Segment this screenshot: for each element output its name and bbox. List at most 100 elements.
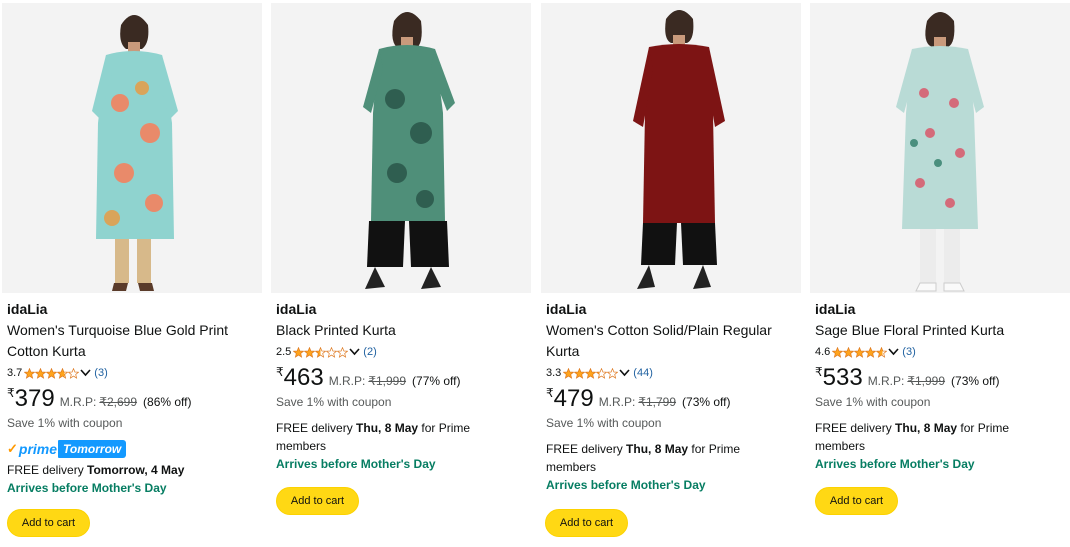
mrp-price: ₹1,799 [638,395,677,409]
prime-badge: ✓ prime Tomorrow [7,439,259,459]
brand-name: idaLia [546,301,587,317]
mrp-price: ₹1,999 [907,374,946,388]
mrp-price: ₹2,699 [99,395,138,409]
arrives-before-text: Arrives before Mother's Day [815,457,975,471]
product-image[interactable] [810,3,1070,293]
check-icon: ✓ [7,441,18,456]
product-title[interactable]: Black Printed Kurta [276,320,528,341]
product-title[interactable]: Sage Blue Floral Printed Kurta [815,320,1067,341]
mrp-label: M.R.P: [598,395,636,409]
delivery-info: FREE delivery Thu, 8 May for Prime membe… [815,421,1010,453]
rating-count-link[interactable]: (3) [94,367,107,379]
product-card[interactable]: idaLia Women's Turquoise Blue Gold Print… [0,0,262,547]
rating-count-link[interactable]: (2) [363,346,376,358]
price: 533 [822,364,863,391]
star-icon [574,367,586,379]
chevron-down-icon[interactable] [888,348,899,356]
add-to-cart-button[interactable]: Add to cart [276,487,359,515]
product-card[interactable]: idaLia Black Printed Kurta 2.5 (2) ₹ 463… [269,0,531,547]
product-card[interactable]: idaLia Women's Cotton Solid/Plain Regula… [539,0,801,547]
star-icon [315,346,327,358]
rating-row[interactable]: 3.3 (44) [546,362,798,384]
product-image[interactable] [271,3,531,293]
chevron-down-icon[interactable] [80,369,91,377]
rating-count-link[interactable]: (44) [633,367,653,379]
coupon-text: Save 1% with coupon [815,395,931,409]
brand-name: idaLia [815,301,856,317]
star-icon [337,346,349,358]
star-icon [304,346,316,358]
discount-percent: (73% off) [951,374,1000,388]
star-rating-icon [293,346,349,358]
product-image[interactable] [2,3,262,293]
price-row: ₹ 463 M.R.P: ₹1,999 (77% off) [276,365,528,393]
star-icon [832,346,844,358]
arrives-before-text: Arrives before Mother's Day [276,457,436,471]
add-to-cart-button[interactable]: Add to cart [545,509,628,537]
star-icon [865,346,877,358]
star-icon [843,346,855,358]
star-icon [57,367,69,379]
product-image[interactable] [541,3,801,293]
star-icon [607,367,619,379]
prime-logo: ✓ prime [7,441,58,457]
currency-symbol: ₹ [546,386,554,400]
star-icon [46,367,58,379]
mrp-price: ₹1,999 [368,374,407,388]
add-to-cart-button[interactable]: Add to cart [815,487,898,515]
coupon-text: Save 1% with coupon [546,416,662,430]
discount-percent: (86% off) [143,395,192,409]
star-icon [876,346,888,358]
add-to-cart-button[interactable]: Add to cart [7,509,90,537]
chevron-down-icon[interactable] [619,369,630,377]
discount-percent: (73% off) [682,395,731,409]
star-icon [293,346,305,358]
delivery-info: FREE delivery Thu, 8 May for Prime membe… [546,442,741,474]
rating-value: 2.5 [276,346,292,358]
rating-row[interactable]: 3.7 (3) [7,362,259,384]
chevron-down-icon[interactable] [349,348,360,356]
star-rating-icon [563,367,619,379]
arrives-before-text: Arrives before Mother's Day [546,478,706,492]
currency-symbol: ₹ [7,386,15,400]
star-icon [854,346,866,358]
mrp-label: M.R.P: [59,395,97,409]
rating-value: 4.6 [815,346,831,358]
arrives-before-text: Arrives before Mother's Day [7,481,167,495]
delivery-info: FREE delivery Thu, 8 May for Prime membe… [276,421,471,453]
star-icon [585,367,597,379]
rating-count-link[interactable]: (3) [902,346,915,358]
product-title[interactable]: Women's Cotton Solid/Plain Regular Kurta [546,320,798,362]
currency-symbol: ₹ [276,365,284,379]
star-icon [24,367,36,379]
price-row: ₹ 533 M.R.P: ₹1,999 (73% off) [815,365,1067,393]
rating-row[interactable]: 4.6 (3) [815,341,1067,363]
product-title[interactable]: Women's Turquoise Blue Gold Print Cotton… [7,320,259,362]
mrp-label: M.R.P: [328,374,366,388]
price: 379 [14,385,55,412]
price: 479 [553,385,594,412]
coupon-text: Save 1% with coupon [276,395,392,409]
product-card[interactable]: idaLia Sage Blue Floral Printed Kurta 4.… [808,0,1070,547]
star-icon [326,346,338,358]
price-row: ₹ 479 M.R.P: ₹1,799 (73% off) [546,386,798,414]
mrp-label: M.R.P: [867,374,905,388]
star-icon [68,367,80,379]
star-rating-icon [832,346,888,358]
currency-symbol: ₹ [815,365,823,379]
brand-name: idaLia [7,301,48,317]
price: 463 [283,364,324,391]
rating-value: 3.3 [546,367,562,379]
star-icon [596,367,608,379]
star-icon [35,367,47,379]
prime-delivery-tag: Tomorrow [58,440,127,458]
rating-value: 3.7 [7,367,23,379]
coupon-text: Save 1% with coupon [7,416,123,430]
price-row: ₹ 379 M.R.P: ₹2,699 (86% off) [7,386,259,414]
rating-row[interactable]: 2.5 (2) [276,341,528,363]
star-icon [563,367,575,379]
star-rating-icon [24,367,80,379]
delivery-info: FREE delivery Tomorrow, 4 May [7,463,185,477]
brand-name: idaLia [276,301,317,317]
discount-percent: (77% off) [412,374,461,388]
